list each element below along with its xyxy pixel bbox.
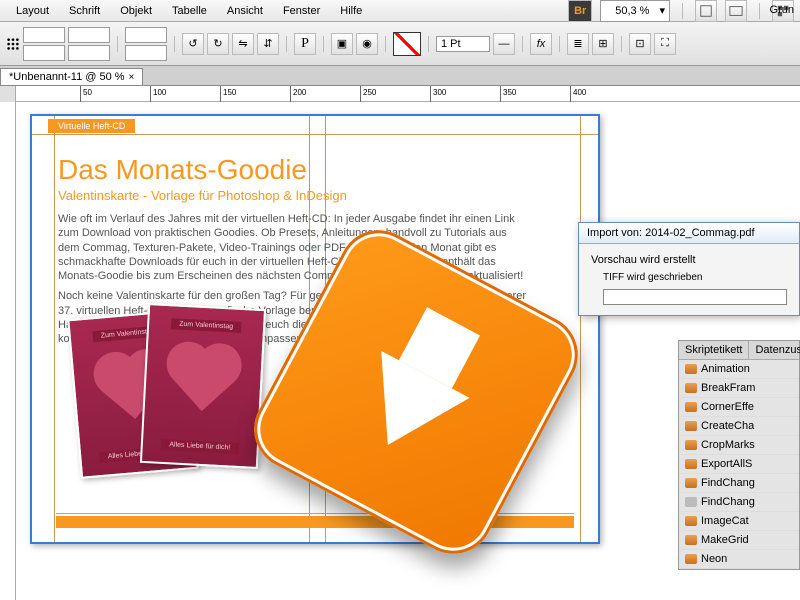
document-tabs: *Unbenannt-11 @ 50 %× [0, 66, 800, 86]
select-container-icon[interactable]: ▣ [331, 33, 353, 55]
list-item[interactable]: BreakFram [679, 379, 799, 398]
select-content-icon[interactable]: ◉ [356, 33, 378, 55]
y-field[interactable] [23, 45, 65, 61]
x-field[interactable] [23, 27, 65, 43]
list-item[interactable]: MakeGrid [679, 531, 799, 550]
script-icon [685, 478, 697, 488]
script-icon [685, 535, 697, 545]
dialog-substatus: TIFF wird geschrieben [603, 272, 787, 283]
zoom-level[interactable]: 50,3 % ▾ [600, 0, 670, 22]
reference-point-icon[interactable] [6, 37, 20, 51]
text-wrap-icon[interactable]: ≣ [567, 33, 589, 55]
menu-fenster[interactable]: Fenster [273, 2, 330, 20]
page-subtitle: Valentinskarte - Vorlage für Photoshop &… [58, 188, 347, 203]
script-icon [685, 402, 697, 412]
import-dialog: Import von: 2014-02_Commag.pdf Vorschau … [578, 222, 800, 316]
fit-icon[interactable]: ⛶ [654, 33, 676, 55]
vertical-ruler[interactable] [0, 102, 16, 600]
crop-icon[interactable]: ⊡ [629, 33, 651, 55]
menu-hilfe[interactable]: Hilfe [330, 2, 372, 20]
text-wrap2-icon[interactable]: ⊞ [592, 33, 614, 55]
script-icon [685, 516, 697, 526]
script-icon [685, 364, 697, 374]
w-field[interactable] [68, 27, 110, 43]
list-item[interactable]: Animation [679, 360, 799, 379]
list-item[interactable]: ExportAllS [679, 455, 799, 474]
list-item[interactable]: FindChang [679, 493, 799, 512]
script-icon [685, 421, 697, 431]
list-item[interactable]: Neon [679, 550, 799, 569]
section-badge: Virtuelle Heft-CD [48, 119, 135, 133]
close-icon[interactable]: × [129, 72, 135, 83]
screen-mode-icon[interactable] [725, 0, 747, 22]
dialog-title: Import von: 2014-02_Commag.pdf [579, 223, 799, 244]
view-mode-icon[interactable] [695, 0, 717, 22]
folder-icon [685, 497, 697, 507]
tab-skriptetikett[interactable]: Skriptetikett [679, 341, 749, 359]
script-icon [685, 383, 697, 393]
script-icon [685, 554, 697, 564]
scripts-panel: Skriptetikett Datenzus Animation BreakFr… [678, 340, 800, 570]
fill-swatch[interactable] [393, 32, 421, 56]
menu-layout[interactable]: Layout [6, 2, 59, 20]
arrow-icon [344, 351, 470, 469]
horizontal-ruler[interactable]: 50 100 150 200 250 300 350 400 [0, 86, 800, 102]
rotate-ccw-icon[interactable]: ↺ [182, 33, 204, 55]
h-field[interactable] [68, 45, 110, 61]
list-item[interactable]: CropMarks [679, 436, 799, 455]
stroke-style-icon[interactable]: — [493, 33, 515, 55]
document-tab[interactable]: *Unbenannt-11 @ 50 %× [0, 68, 143, 85]
menu-ansicht[interactable]: Ansicht [217, 2, 273, 20]
control-panel: ↺ ↻ ⇋ ⇵ P ▣ ◉ 1 Pt — fx ≣ ⊞ ⊡ ⛶ [0, 22, 800, 66]
main-menu: Layout Schrift Objekt Tabelle Ansicht Fe… [0, 0, 800, 22]
flip-h-icon[interactable]: ⇋ [232, 33, 254, 55]
list-item[interactable]: ImageCat [679, 512, 799, 531]
bridge-icon[interactable]: Br [568, 0, 592, 22]
list-item[interactable]: CreateCha [679, 417, 799, 436]
tab-datenzus[interactable]: Datenzus [749, 341, 800, 359]
menu-tabelle[interactable]: Tabelle [162, 2, 217, 20]
workspace-label[interactable]: Grun [770, 4, 794, 16]
paragraph-icon[interactable]: P [294, 33, 316, 55]
stroke-weight[interactable]: 1 Pt [436, 36, 490, 52]
rotate-cw-icon[interactable]: ↻ [207, 33, 229, 55]
scale-y-field[interactable] [125, 45, 167, 61]
script-icon [685, 459, 697, 469]
list-item[interactable]: CornerEffe [679, 398, 799, 417]
menu-schrift[interactable]: Schrift [59, 2, 110, 20]
scale-x-field[interactable] [125, 27, 167, 43]
dialog-status: Vorschau wird erstellt [591, 254, 787, 266]
list-item[interactable]: FindChang [679, 474, 799, 493]
progress-bar [603, 289, 787, 305]
flip-v-icon[interactable]: ⇵ [257, 33, 279, 55]
script-icon [685, 440, 697, 450]
script-list: Animation BreakFram CornerEffe CreateCha… [679, 360, 799, 569]
effects-icon[interactable]: fx [530, 33, 552, 55]
page-title: Das Monats-Goodie [58, 154, 307, 186]
menu-objekt[interactable]: Objekt [110, 2, 162, 20]
